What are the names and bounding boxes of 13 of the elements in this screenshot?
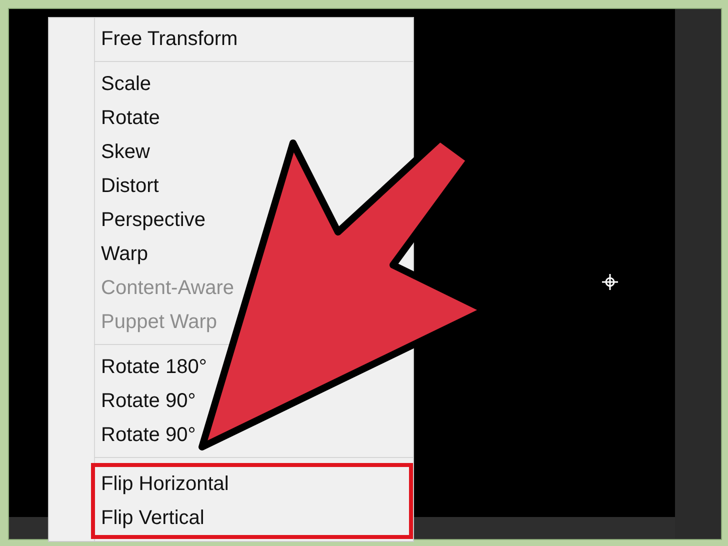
menu-item[interactable]: Scale <box>91 67 152 101</box>
menu-item[interactable]: Rotate 90° <box>91 418 196 452</box>
menu-item[interactable]: Warp <box>91 237 148 271</box>
menu-item[interactable]: Rotate 90° <box>91 384 196 418</box>
menu-item[interactable]: Flip Horizontal <box>95 467 229 501</box>
menu-item[interactable]: Perspective <box>91 203 206 237</box>
crosshair-icon <box>601 273 619 291</box>
menu-item[interactable]: Rotate <box>91 101 160 135</box>
menu-item[interactable]: Flip Vertical <box>95 501 204 535</box>
menu-item[interactable]: Skew <box>91 135 150 169</box>
menu-item[interactable]: Distort <box>91 169 159 203</box>
menu-item[interactable]: Rotate 180° <box>91 350 207 384</box>
menu-item[interactable]: Free Transform <box>91 22 238 56</box>
